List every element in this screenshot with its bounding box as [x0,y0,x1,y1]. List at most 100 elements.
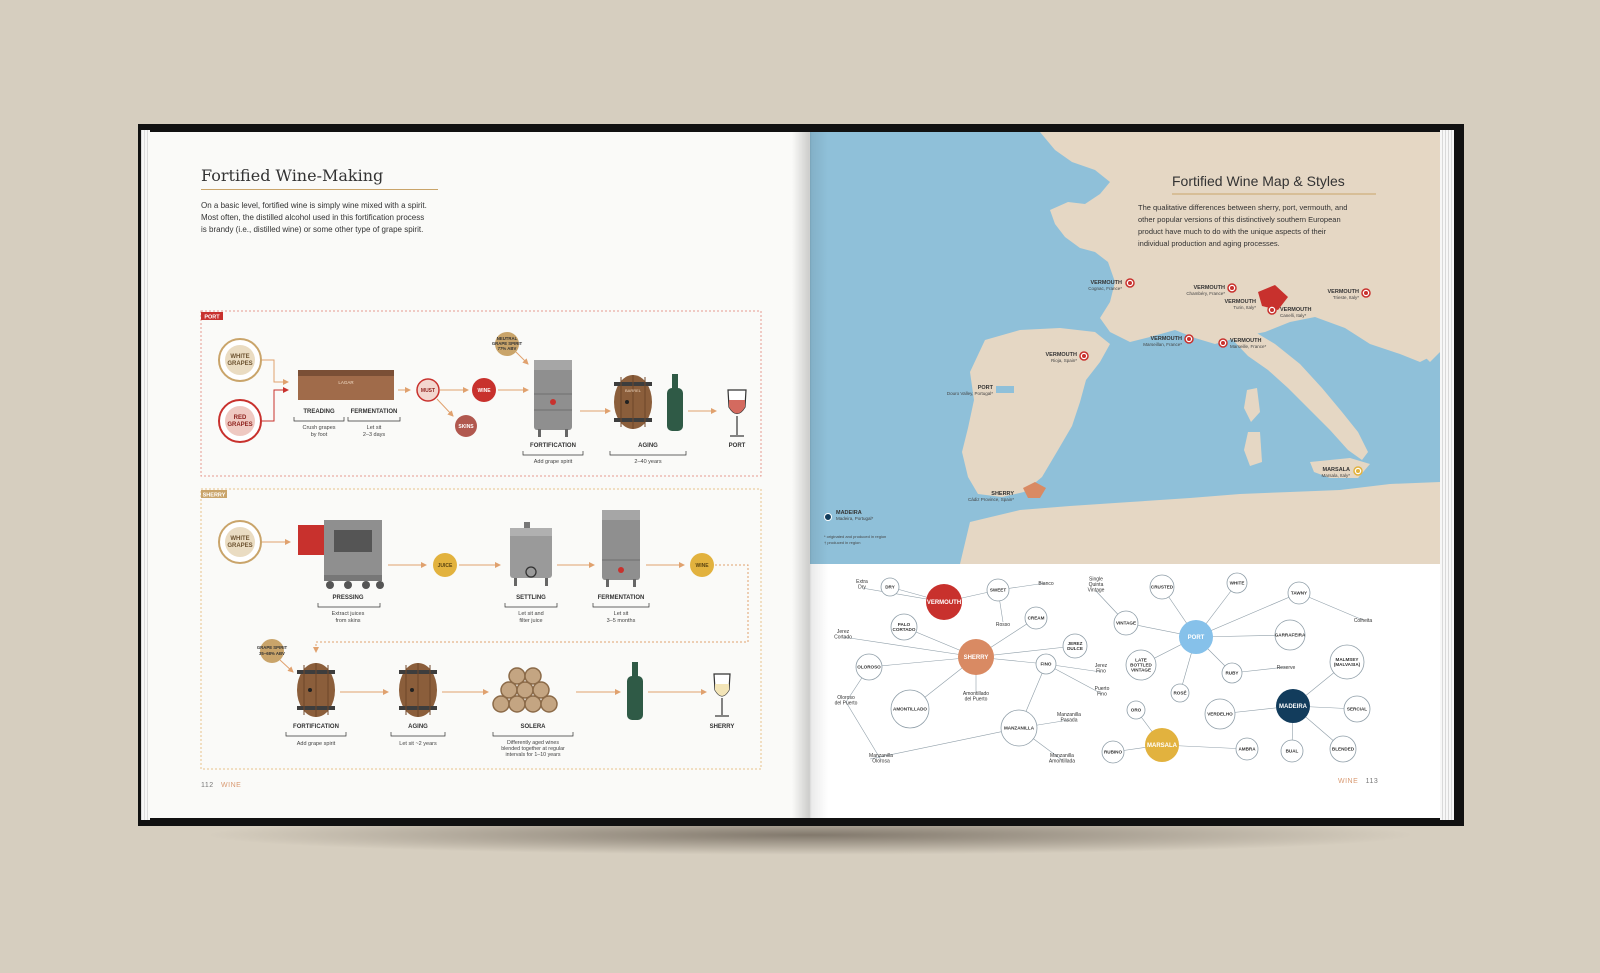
style-node-label: AMBRA [1238,747,1256,752]
page-number: 113 [1365,778,1379,785]
style-node-label: AMONTILLADO [893,707,927,712]
lagar-label: LAGAR [338,380,354,385]
fermentation-note: 2–3 days [363,432,386,438]
red-grapes-label: GRAPES [227,422,252,428]
style-node-reserve: Reserve [1277,665,1296,671]
style-node-fino: FINO [1035,653,1057,675]
bracket [347,417,401,422]
treading-note: by foot [311,432,328,438]
style-node-malmsey: MALMSEY(MALVASIA) [1329,644,1365,680]
style-node-label: CORTADO [893,627,916,632]
solera-note: intervals for 1–10 years [505,752,560,758]
juice-label: JUICE [438,563,453,569]
barrel-label: BARREL [625,388,642,393]
arrow [436,398,454,417]
style-node-label: Dry [858,585,866,591]
sherry-wine-label: WINE [695,563,709,569]
style-node-amontillado: AMONTILLADO [890,689,930,729]
style-node-label: BUAL [1286,749,1299,754]
treading-note: Crush grapes [302,425,335,431]
white-grapes-label: GRAPES [227,361,252,367]
sherry-result-label: SHERRY [710,724,735,730]
style-node-amontillado-puerto: Amontilladodel Puerto [963,691,989,703]
style-node-jerez-dulce: JEREZDULCE [1062,633,1088,659]
style-node-crusted: CRUSTED [1149,574,1175,600]
style-node-label: RUBINO [1104,750,1123,755]
settling-tank-icon [510,522,552,586]
style-node-label: WHITE [1230,581,1245,586]
sherry-fermentation-note: Let sit [614,611,629,617]
style-node-lbv: LATEBOTTLEDVINTAGE [1125,649,1157,681]
wine-glass-icon [727,389,747,437]
settling-label: SETTLING [516,595,546,601]
style-node-vintage: VINTAGE [1113,610,1139,636]
process-diagrams: PORT WHITE GRAPES RED GRAPES LAGAR TREAD… [200,310,762,770]
grape-spirit-label: GRAPE SPIRIT [257,645,288,650]
bracket [285,732,347,737]
style-node-label: CRUSTED [1151,585,1174,590]
white-grapes-badge: WHITE GRAPES [218,338,262,382]
style-node-label: GARRAFEIRA [1275,633,1306,638]
left-folio: 112 WINE [201,782,241,789]
port-result-label: PORT [729,443,746,449]
sherry-fortification-label: FORTIFICATION [293,724,339,730]
treading-label: TREADING [303,409,335,415]
wine-bottle-icon [667,374,683,431]
red-grapes-label: RED [234,415,247,421]
arrow [262,387,289,422]
wine-label: WINE [477,388,491,394]
wine-press-icon [298,520,384,589]
settling-note: filter juice [519,618,542,624]
steel-tank-icon [534,360,572,437]
style-node-label: ROSÉ [1173,689,1186,696]
style-node-label: Olorosa [872,759,890,765]
style-node-label: TAWNY [1291,591,1307,596]
style-node-label: del Puerto [965,697,988,703]
style-node-port: PORT [1179,620,1213,654]
barrel-icon [297,663,335,717]
sherry-white-grapes-badge: WHITE GRAPES [218,520,262,564]
style-node-bual: BUAL [1280,739,1304,763]
bracket [522,451,584,456]
style-node-oro: ORO [1126,700,1146,720]
right-folio: WINE 113 [1338,778,1378,785]
sherry-process-box [200,488,762,770]
style-node-manzanilla: MANZANILLA [1000,709,1038,747]
style-node-garrafeira: GARRAFEIRA [1274,619,1306,651]
style-node-ambra: AMBRA [1235,737,1259,761]
fermentation-tank-icon [602,510,640,587]
style-node-single-quinta: SingleQuintaVintage [1088,576,1105,593]
white-grapes-label: WHITE [230,536,249,542]
style-node-puerto-fino: PuertoFino [1095,686,1110,698]
neutral-spirit-label: 77% ABV [498,346,517,351]
style-node-label: DRY [885,585,895,590]
style-node-label: SWEET [990,588,1007,593]
style-node-label: DULCE [1067,646,1083,651]
style-node-jerez-fino: JerezFino [1095,663,1108,675]
wine-glass-icon [713,673,731,717]
style-node-label: Vintage [1088,587,1105,593]
pressing-note: from skins [335,618,360,624]
style-node-label: (MALVASIA) [1334,662,1361,667]
white-grapes-label: GRAPES [227,543,252,549]
white-grapes-label: WHITE [230,354,249,360]
right-page: Fortified Wine Map & Styles The qualitat… [810,132,1440,818]
bracket [492,732,574,737]
aging-label: AGING [638,443,658,449]
style-node-label: RUBY [1225,671,1238,676]
style-node-label: OLOROSO [857,665,881,670]
running-head: WINE [1338,778,1359,785]
style-node-label: Bianco [1038,581,1054,587]
style-node-blended: BLENDED [1329,735,1357,763]
style-node-label: VINTAGE [1131,668,1151,673]
bracket [609,451,687,456]
fermentation-note: Let sit [367,425,382,431]
style-node-sherry: SHERRY [958,639,994,675]
style-node-white: WHITE [1226,572,1248,594]
running-head: WINE [221,782,242,789]
style-node-rubino: RUBINO [1101,740,1125,764]
barrel-icon: BARREL [614,375,652,429]
style-node-label: MARSALA [1147,743,1178,749]
bracket [293,417,345,422]
fortification-note: Add grape spirit [534,459,573,465]
